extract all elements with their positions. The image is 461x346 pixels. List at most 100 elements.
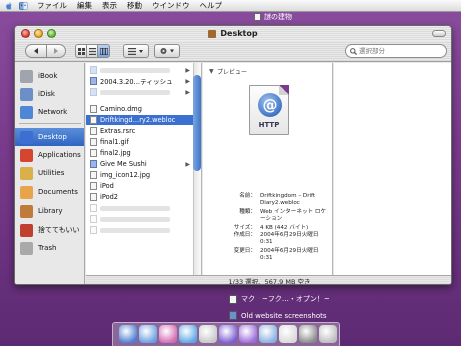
- safari-compass-icon[interactable]: [139, 325, 157, 343]
- info-key: 変更日：: [233, 248, 256, 254]
- finder-icon[interactable]: [119, 325, 137, 343]
- sidebar-item-ibook[interactable]: iBook: [15, 67, 84, 85]
- folder-icon: [90, 88, 97, 96]
- sidebar-item-label: Desktop: [38, 133, 67, 141]
- icon-view-icon: [77, 47, 85, 55]
- itunes-icon[interactable]: [219, 325, 237, 343]
- folder-row[interactable]: ▶: [86, 65, 193, 75]
- sidebar-item-label: iBook: [38, 72, 58, 80]
- sidebar-item-utilities[interactable]: Utilities: [15, 164, 84, 182]
- apple-menu-icon[interactable]: [6, 2, 13, 10]
- file-row[interactable]: iPod: [86, 181, 193, 191]
- folder-disclosure-icon: ▶: [185, 77, 190, 85]
- menu-view[interactable]: 表示: [102, 0, 117, 11]
- file-row[interactable]: img_icon12.jpg: [86, 170, 193, 180]
- file-row[interactable]: iPod2: [86, 192, 193, 202]
- folder-row[interactable]: 2004.3.20…ティッシュ ▶: [86, 76, 193, 86]
- file-icon: [90, 193, 97, 201]
- desktop-file-label: 謎の建物: [264, 13, 292, 21]
- photo-app-icon[interactable]: [259, 325, 277, 343]
- window-toolbar: [15, 41, 451, 62]
- folder-row[interactable]: Give Me Sushi ▶: [86, 159, 193, 169]
- file-row[interactable]: Extras.rsrc: [86, 126, 193, 136]
- sidebar-item-network[interactable]: Network: [15, 103, 84, 121]
- preferences-icon[interactable]: [299, 325, 317, 343]
- sidebar: iBook iDisk Network Desktop Applications Util…: [15, 63, 85, 284]
- sidebar-item-trash[interactable]: Trash: [15, 239, 84, 257]
- file-icon: [90, 204, 97, 212]
- info-value: 2004年6月29日火曜日 0:31: [260, 232, 319, 245]
- file-name: Camino.dmg: [100, 105, 142, 113]
- menu-go[interactable]: 移動: [127, 0, 142, 11]
- file-name: [100, 89, 170, 95]
- file-row[interactable]: [86, 203, 193, 213]
- action-menu-button[interactable]: [154, 44, 180, 58]
- file-row[interactable]: [86, 214, 193, 224]
- toolbar-toggle-button[interactable]: [432, 30, 446, 37]
- network-globe-icon: [20, 105, 33, 119]
- mail-icon[interactable]: [199, 325, 217, 343]
- sidebar-item-label: Applications: [38, 151, 81, 159]
- sidebar-item-applications[interactable]: Applications: [15, 146, 84, 164]
- zoom-button[interactable]: [47, 29, 56, 38]
- info-key: 種類：: [239, 209, 256, 215]
- desktop-item-label: マク ~フク…・オプン！~: [241, 295, 330, 303]
- sidebar-item-custom-folder[interactable]: 捨ててもいい: [15, 221, 84, 239]
- menu-help[interactable]: ヘルプ: [200, 0, 223, 11]
- sidebar-item-library[interactable]: Library: [15, 202, 84, 220]
- flower-app-icon[interactable]: [159, 325, 177, 343]
- desktop-item-screenshots[interactable]: Old website screenshots: [229, 311, 327, 320]
- disclosure-triangle-icon[interactable]: ▼: [209, 68, 214, 75]
- info-value: Web インターネット ロケーション: [260, 209, 327, 222]
- window-titlebar[interactable]: Desktop: [15, 26, 451, 41]
- http-label: HTTP: [258, 121, 280, 129]
- file-row[interactable]: Camino.dmg: [86, 104, 193, 114]
- sidebar-item-label: Utilities: [38, 169, 65, 177]
- close-button[interactable]: [21, 29, 30, 38]
- info-key: 作成日：: [233, 232, 256, 238]
- folder-row[interactable]: ▶: [86, 87, 193, 97]
- ichat-icon[interactable]: [179, 325, 197, 343]
- back-button[interactable]: [25, 44, 47, 58]
- itunes-icon[interactable]: [239, 325, 257, 343]
- sidebar-item-label: Trash: [38, 244, 57, 252]
- file-name: [100, 205, 170, 211]
- desktop-file-item[interactable]: 謎の建物: [254, 12, 292, 22]
- file-row[interactable]: Driftkingd…ry2.webloc: [86, 115, 193, 125]
- file-row[interactable]: final1.gif: [86, 137, 193, 147]
- arrange-menu-button[interactable]: [123, 44, 149, 58]
- finder-menu-icon[interactable]: [19, 1, 28, 10]
- menu-file[interactable]: ファイル: [37, 0, 67, 11]
- file-name: Give Me Sushi: [100, 160, 147, 168]
- file-name: Extras.rsrc: [100, 127, 136, 135]
- idisk-icon: [20, 87, 33, 101]
- sidebar-item-documents[interactable]: Documents: [15, 183, 84, 201]
- desktop-item-mac[interactable]: マク ~フク…・オプン！~: [229, 294, 330, 304]
- desktop-icon: [20, 130, 33, 144]
- folder-icon: [208, 29, 217, 38]
- menu-window[interactable]: ウインドウ: [152, 0, 190, 11]
- sidebar-item-idisk[interactable]: iDisk: [15, 85, 84, 103]
- column-scrollbar[interactable]: [193, 63, 201, 275]
- file-row[interactable]: [86, 225, 193, 235]
- calendar-icon[interactable]: [279, 325, 297, 343]
- info-value: 4 KB (442 バイト): [260, 225, 309, 231]
- trash-icon[interactable]: [319, 325, 337, 343]
- file-icon: [90, 105, 97, 113]
- sidebar-item-desktop[interactable]: Desktop: [15, 128, 84, 146]
- file-row[interactable]: final2.jpg: [86, 148, 193, 158]
- file-column: ▶ 2004.3.20…ティッシュ ▶ ▶ Camino.dmg Driftkingd…r…: [86, 63, 202, 275]
- file-name: [100, 67, 170, 73]
- forward-button[interactable]: [46, 44, 66, 58]
- applications-icon: [20, 148, 33, 162]
- scrollbar-thumb[interactable]: [193, 75, 201, 171]
- folder-disclosure-icon: ▶: [185, 160, 190, 168]
- minimize-button[interactable]: [34, 29, 43, 38]
- search-input[interactable]: [359, 47, 439, 55]
- file-name: iPod: [100, 182, 114, 190]
- search-field[interactable]: [345, 44, 447, 58]
- menu-edit[interactable]: 編集: [77, 0, 92, 11]
- list-view-icon: [88, 47, 96, 55]
- column-view-button[interactable]: [97, 44, 110, 58]
- file-name: img_icon12.jpg: [100, 171, 151, 179]
